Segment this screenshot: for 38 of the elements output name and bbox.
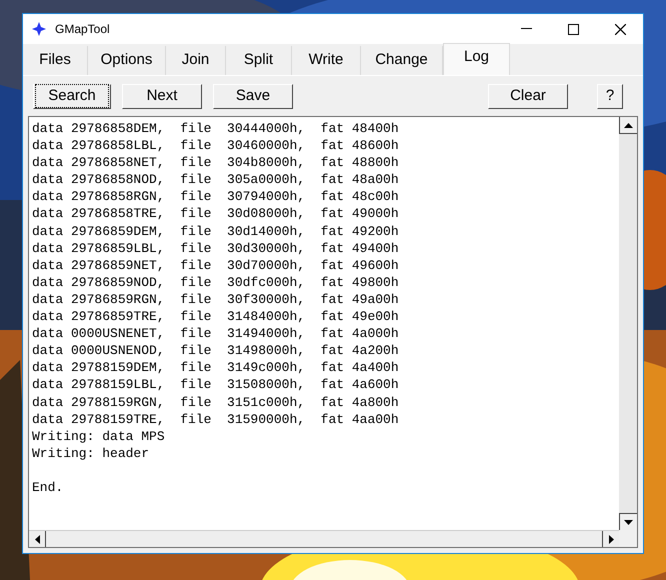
- log-line: data 29786858NOD, file 305a0000h, fat 48a00h: [32, 171, 399, 188]
- log-line: data 29786858LBL, file 30460000h, fat 48600h: [32, 137, 399, 154]
- log-line: data 0000USNENET, file 31494000h, fat 4a000h: [32, 325, 399, 342]
- log-line: data 29786859LBL, file 30d30000h, fat 49400h: [32, 240, 399, 257]
- toolbar-button[interactable]: Save: [213, 84, 293, 108]
- log-line: data 29786858TRE, file 30d08000h, fat 49000h: [32, 205, 399, 223]
- log-line: data 29786859NOD, file 30dfc000h, fat 49800h: [32, 274, 399, 291]
- vertical-scrollbar[interactable]: [619, 117, 637, 530]
- scroll-up-icon[interactable]: [624, 122, 633, 128]
- log-line: Writing: data MPS: [32, 428, 165, 445]
- log-line: data 29788159TRE, file 31590000h, fat 4aa00h: [32, 410, 399, 428]
- horizontal-scrollbar[interactable]: [29, 530, 619, 547]
- close-icon[interactable]: [615, 24, 626, 34]
- log-line: data 29786859NET, file 30d70000h, fat 49600h: [32, 256, 399, 274]
- app-icon: [32, 22, 46, 36]
- log-line: data 29786858NET, file 304b8000h, fat 48800h: [32, 154, 399, 172]
- toolbar-button[interactable]: Search: [33, 84, 111, 108]
- scroll-right-icon[interactable]: [608, 534, 614, 544]
- log-line: data 29786859DEM, file 30d14000h, fat 49200h: [32, 222, 399, 240]
- log-line: data 29788159DEM, file 3149c000h, fat 4a400h: [32, 359, 399, 376]
- log-line: data 29788159RGN, file 3151c000h, fat 4a800h: [32, 394, 399, 411]
- toolbar-button[interactable]: ?: [597, 84, 623, 108]
- minimize-icon[interactable]: [521, 28, 532, 30]
- log-line: data 29786859TRE, file 31484000h, fat 49e00h: [32, 308, 399, 326]
- log-line: Writing: header: [32, 444, 150, 462]
- maximize-icon[interactable]: [568, 24, 579, 34]
- scroll-down-icon[interactable]: [624, 520, 633, 524]
- log-line: End.: [32, 478, 64, 496]
- toolbar-button[interactable]: Clear: [488, 84, 568, 108]
- log-line: data 29786858RGN, file 30794000h, fat 48c00h: [32, 188, 399, 206]
- log-line: data 29786859RGN, file 30f30000h, fat 49a00h: [32, 290, 399, 308]
- tab[interactable]: Log: [443, 43, 510, 75]
- log-line: data 0000USNENOD, file 31498000h, fat 4a200h: [32, 342, 399, 360]
- scroll-left-icon[interactable]: [34, 534, 40, 544]
- toolbar-button[interactable]: Next: [122, 84, 202, 108]
- window-title: GMapTool: [55, 21, 110, 38]
- log-line: data 29786858DEM, file 30444000h, fat 48400h: [32, 120, 399, 138]
- log-line: data 29788159LBL, file 31508000h, fat 4a600h: [32, 376, 399, 394]
